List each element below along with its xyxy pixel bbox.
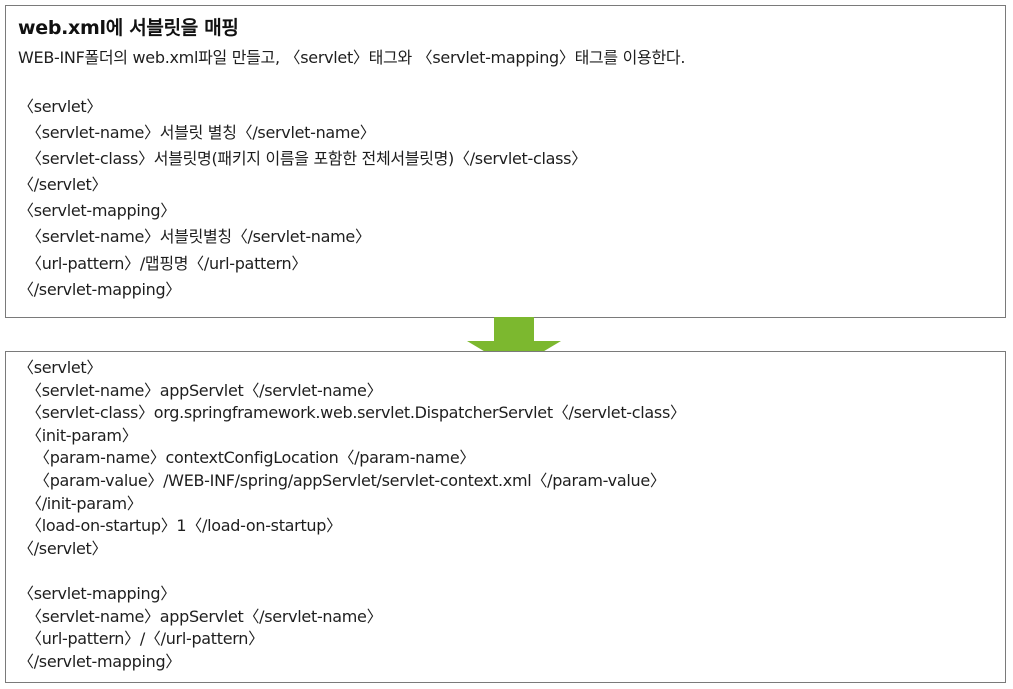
servlet-mapping-explanation-panel: web.xml에 서블릿을 매핑 WEB-INF폴더의 web.xml파일 만들… — [5, 5, 1006, 318]
code-line: 〈/servlet-mapping〉 — [18, 279, 181, 299]
code-line: 〈param-value〉/WEB-INF/spring/appServlet/… — [34, 470, 666, 490]
code-line: 〈servlet-name〉서블릿 별칭〈/servlet-name〉 — [26, 123, 376, 143]
generic-servlet-config-code: 〈servlet〉 〈servlet-name〉서블릿 별칭〈/servlet-… — [18, 94, 587, 303]
code-line: 〈url-pattern〉/〈/url-pattern〉 — [26, 629, 264, 649]
spring-dispatcher-servlet-example-panel: 〈servlet〉 〈servlet-name〉appServlet〈/serv… — [5, 351, 1006, 683]
code-line: 〈param-name〉contextConfigLocation〈/param… — [34, 448, 476, 468]
code-line: 〈/servlet〉 — [18, 538, 108, 558]
code-line: 〈servlet-name〉appServlet〈/servlet-name〉 — [26, 606, 383, 626]
blank-line — [18, 560, 686, 583]
code-line: 〈servlet-class〉서블릿명(패키지 이름을 포함한 전체서블릿명)〈… — [26, 149, 587, 169]
code-line: 〈init-param〉 — [26, 425, 138, 445]
code-line: 〈url-pattern〉/맵핑명〈/url-pattern〉 — [26, 253, 308, 273]
code-line: 〈/init-param〉 — [26, 493, 143, 513]
code-line: 〈/servlet〉 — [18, 175, 108, 195]
code-line: 〈servlet-name〉서블릿별칭〈/servlet-name〉 — [26, 227, 371, 247]
panel-description: WEB-INF폴더의 web.xml파일 만들고, 〈servlet〉태그와 〈… — [18, 48, 686, 67]
code-line: 〈servlet-class〉org.springframework.web.s… — [26, 403, 686, 423]
dispatcher-servlet-config-code: 〈servlet〉 〈servlet-name〉appServlet〈/serv… — [18, 357, 686, 673]
code-line: 〈servlet-name〉appServlet〈/servlet-name〉 — [26, 380, 383, 400]
code-line: 〈/servlet-mapping〉 — [18, 651, 181, 671]
code-line: 〈servlet〉 — [18, 97, 103, 116]
code-line: 〈servlet〉 — [18, 358, 103, 377]
code-line: 〈load-on-startup〉1〈/load-on-startup〉 — [26, 516, 342, 536]
code-line: 〈servlet-mapping〉 — [18, 583, 176, 603]
code-line: 〈servlet-mapping〉 — [18, 201, 176, 221]
panel-title: web.xml에 서블릿을 매핑 — [18, 17, 239, 39]
